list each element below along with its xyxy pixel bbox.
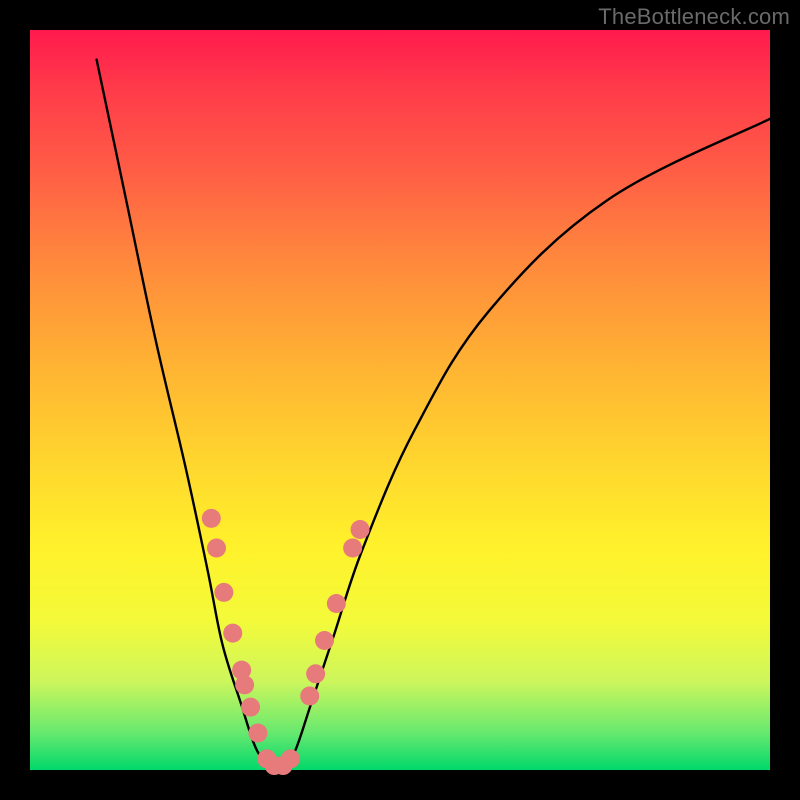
data-point: [235, 675, 254, 694]
data-markers: [202, 509, 370, 775]
data-point: [214, 583, 233, 602]
plot-area: [30, 30, 770, 770]
data-point: [327, 594, 346, 613]
data-point: [207, 539, 226, 558]
data-point: [202, 509, 221, 528]
data-point: [343, 539, 362, 558]
data-point: [281, 749, 300, 768]
data-point: [248, 724, 267, 743]
chart-svg: [30, 30, 770, 770]
data-point: [223, 624, 242, 643]
data-point: [300, 687, 319, 706]
data-point: [315, 631, 334, 650]
data-point: [351, 520, 370, 539]
data-point: [306, 664, 325, 683]
chart-frame: TheBottleneck.com: [0, 0, 800, 800]
watermark-label: TheBottleneck.com: [598, 4, 790, 30]
data-point: [241, 698, 260, 717]
curve-right: [285, 119, 770, 770]
